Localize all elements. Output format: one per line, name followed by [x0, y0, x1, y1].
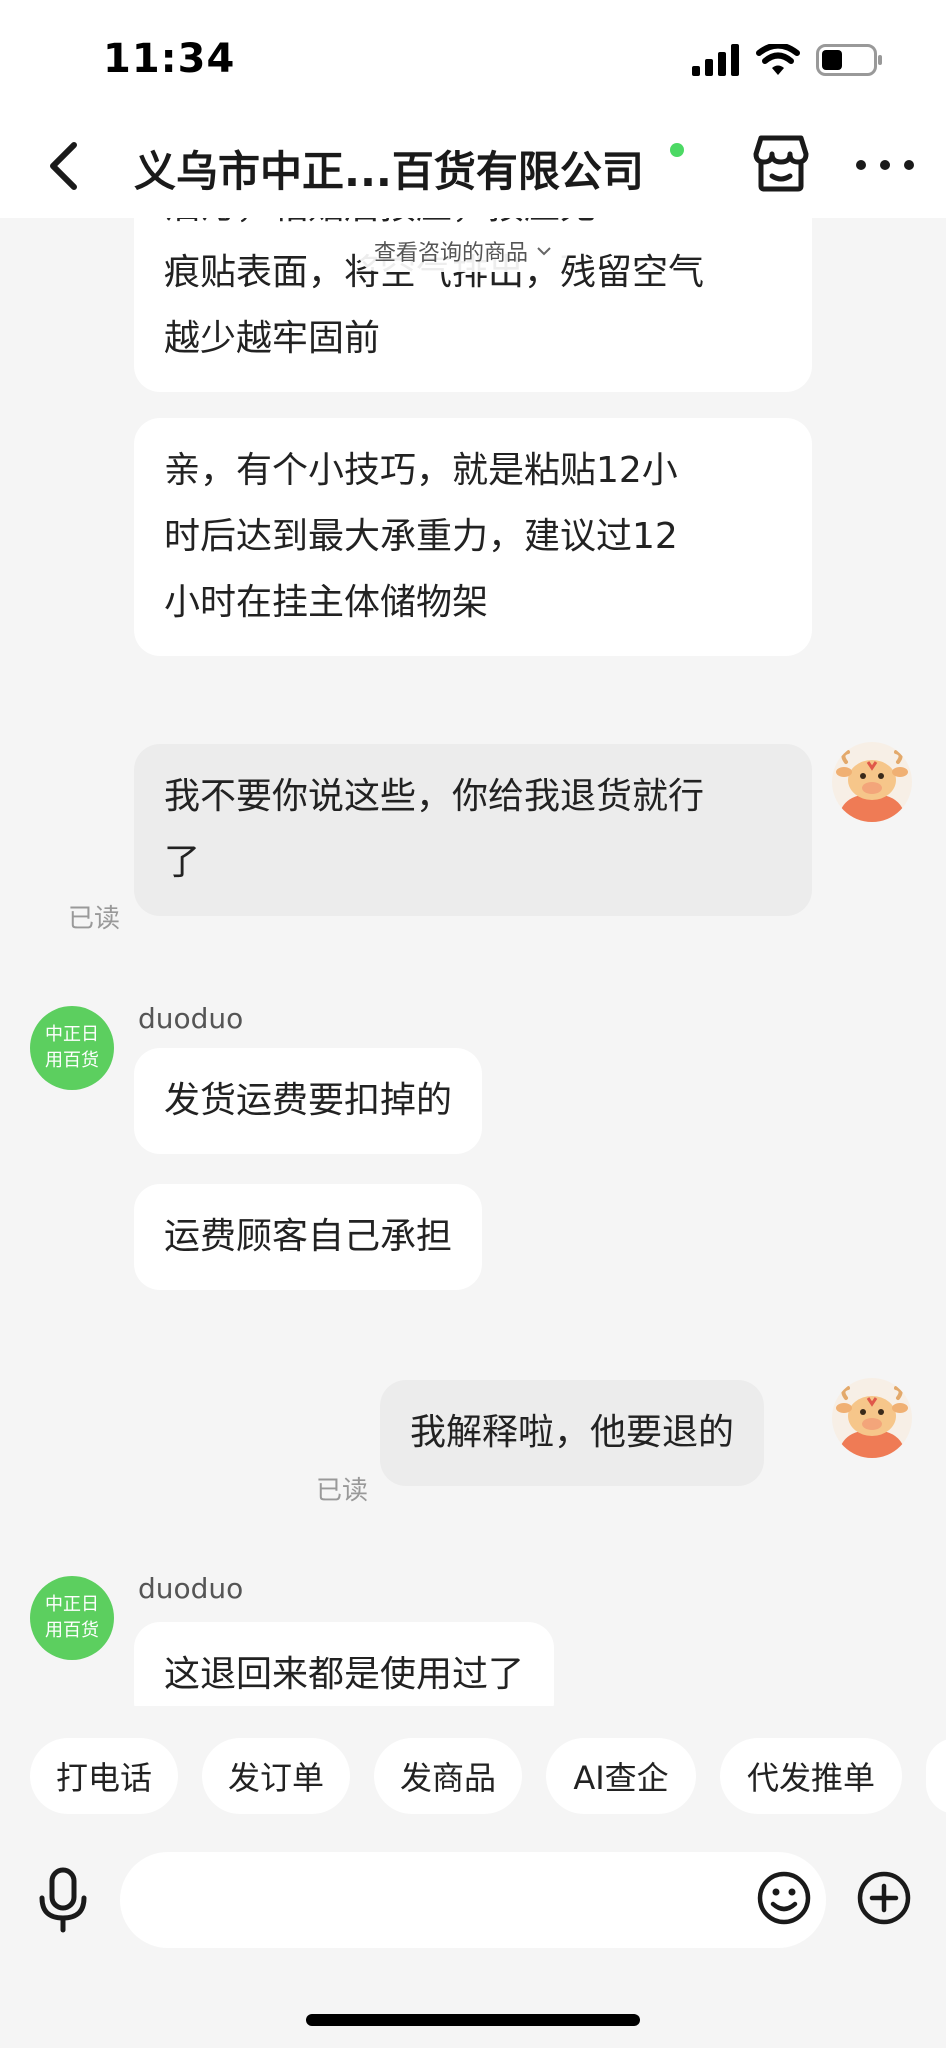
- message-bubble[interactable]: 亲，有个小技巧，就是粘贴12小 时后达到最大承重力，建议过12 小时在挂主体储物…: [134, 418, 812, 656]
- cellular-signal-icon: [692, 44, 739, 76]
- shop-avatar[interactable]: 中正日 用百货: [30, 1006, 114, 1090]
- battery-icon: [816, 44, 882, 76]
- consult-pill-label: 查看咨询的商品: [374, 241, 529, 266]
- cow-avatar-icon: [832, 1378, 912, 1458]
- emoji-icon: [757, 1871, 811, 1925]
- shop-name-title[interactable]: 义乌市中正...百货有限公司: [134, 138, 644, 199]
- status-bar: 11:34: [0, 0, 946, 112]
- message-list[interactable]: 油污，粘贴后按压，按压无 痕贴表面，将空气排出，残留空气 越少越牢固前 查看咨询…: [0, 218, 946, 1706]
- quick-actions-bar[interactable]: 打电话 发订单 发商品 AI查企 代发推单: [0, 1706, 946, 1844]
- message-line: 我不要你说这些，你给我退货就行: [164, 776, 705, 817]
- message-line: 这退回来都是使用过了: [164, 1654, 525, 1695]
- message-line: 小时在挂主体储物架: [164, 582, 489, 623]
- online-status-dot: [670, 143, 684, 157]
- sender-name: duoduo: [138, 1572, 244, 1605]
- emoji-button[interactable]: [756, 1870, 812, 1926]
- quick-action-call[interactable]: 打电话: [30, 1738, 178, 1814]
- chevron-left-icon: [50, 142, 77, 190]
- shop-avatar-text: 中正日: [45, 1024, 99, 1045]
- more-dot-icon: [880, 160, 890, 170]
- back-button[interactable]: [38, 138, 88, 194]
- message-bubble[interactable]: 运费顾客自己承担: [134, 1184, 483, 1290]
- read-status: 已读: [68, 904, 121, 934]
- composer: [0, 1844, 946, 1956]
- view-consulted-product-button[interactable]: 查看咨询的商品: [358, 230, 569, 272]
- chat-header: 义乌市中正...百货有限公司: [0, 112, 946, 218]
- message-line: 发货运费要扣掉的: [164, 1080, 453, 1121]
- message-line: 运费顾客自己承担: [164, 1216, 453, 1257]
- plus-circle-icon: [857, 1871, 911, 1925]
- chevron-down-icon: [537, 247, 551, 256]
- home-indicator[interactable]: [306, 2014, 640, 2026]
- message-line: 亲，有个小技巧，就是粘贴12小: [164, 450, 678, 491]
- more-actions-button[interactable]: [856, 1870, 912, 1926]
- read-status: 已读: [316, 1476, 369, 1506]
- message-line: 越少越牢固前: [164, 318, 381, 359]
- more-dot-icon: [856, 160, 866, 170]
- wifi-icon: [756, 44, 800, 75]
- user-avatar[interactable]: [832, 1378, 912, 1458]
- shop-avatar[interactable]: 中正日 用百货: [30, 1576, 114, 1660]
- quick-action-ai-company-lookup[interactable]: AI查企: [546, 1738, 696, 1814]
- message-bubble[interactable]: 发货运费要扣掉的: [134, 1048, 483, 1154]
- microphone-icon: [39, 1867, 87, 1933]
- message-line: 了: [164, 842, 201, 883]
- message-input[interactable]: [120, 1852, 826, 1948]
- status-icons: [692, 44, 884, 76]
- quick-action-dropship-order[interactable]: 代发推单: [720, 1738, 902, 1814]
- voice-input-button[interactable]: [36, 1866, 90, 1934]
- store-icon: [753, 135, 809, 192]
- message-line: 我解释啦，他要退的: [410, 1412, 735, 1453]
- more-dot-icon: [904, 160, 914, 170]
- store-button[interactable]: [752, 132, 810, 194]
- quick-action-more[interactable]: [926, 1738, 946, 1814]
- message-bubble[interactable]: 我解释啦，他要退的: [380, 1380, 765, 1486]
- cow-avatar-icon: [832, 742, 912, 822]
- quick-action-send-product[interactable]: 发商品: [374, 1738, 522, 1814]
- sender-name: duoduo: [138, 1002, 244, 1035]
- message-line: 时后达到最大承重力，建议过12: [164, 516, 678, 557]
- status-time: 11:34: [103, 36, 236, 82]
- more-options-button[interactable]: [856, 158, 914, 172]
- shop-avatar-text: 用百货: [45, 1620, 99, 1641]
- quick-action-send-order[interactable]: 发订单: [202, 1738, 350, 1814]
- shop-avatar-text: 中正日: [45, 1594, 99, 1615]
- message-bubble[interactable]: 这退回来都是使用过了: [134, 1622, 555, 1706]
- message-bubble[interactable]: 我不要你说这些，你给我退货就行 了: [134, 744, 812, 916]
- shop-avatar-text: 用百货: [45, 1050, 99, 1071]
- user-avatar[interactable]: [832, 742, 912, 822]
